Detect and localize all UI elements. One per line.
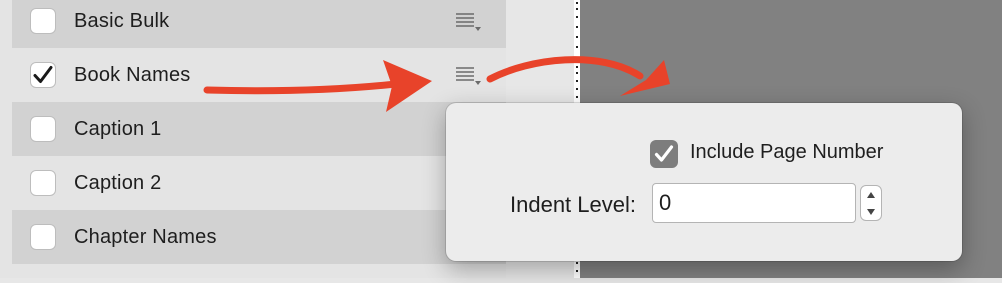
indent-level-field[interactable] bbox=[652, 183, 856, 223]
list-item-label: Book Names bbox=[74, 63, 191, 86]
stepper-down-icon[interactable] bbox=[861, 203, 881, 220]
checkbox-chapter-names[interactable] bbox=[30, 224, 56, 250]
checkmark-icon bbox=[654, 145, 674, 162]
checkbox-caption-2[interactable] bbox=[30, 170, 56, 196]
checkbox-book-names[interactable] bbox=[30, 62, 56, 88]
list-options-icon[interactable] bbox=[454, 48, 484, 102]
indent-level-label: Indent Level: bbox=[510, 192, 636, 217]
list-item-label: Basic Bulk bbox=[74, 9, 170, 32]
include-page-number-checkbox[interactable] bbox=[650, 140, 678, 168]
checkbox-basic-bulk[interactable] bbox=[30, 8, 56, 34]
indent-level-stepper[interactable] bbox=[860, 185, 882, 221]
toc-options-popover: Include Page Number Indent Level: bbox=[446, 103, 962, 261]
include-page-number-label[interactable]: Include Page Number bbox=[690, 141, 883, 164]
stepper-up-icon[interactable] bbox=[861, 186, 881, 203]
list-item-label: Caption 2 bbox=[74, 171, 162, 194]
list-options-icon[interactable] bbox=[454, 0, 484, 48]
checkmark-icon bbox=[33, 66, 53, 83]
list-item-label: Caption 1 bbox=[74, 117, 162, 140]
list-item-caption-2[interactable]: Caption 2 bbox=[12, 156, 506, 210]
checkbox-caption-1[interactable] bbox=[30, 116, 56, 142]
list-item-basic-bulk[interactable]: Basic Bulk bbox=[12, 0, 506, 48]
style-list: Basic Bulk Book Names Caption 1 Caption … bbox=[12, 0, 506, 278]
list-item-caption-1[interactable]: Caption 1 bbox=[12, 102, 506, 156]
list-item-label: Chapter Names bbox=[74, 225, 217, 248]
list-item-next bbox=[12, 264, 506, 278]
list-left-margin bbox=[0, 0, 12, 278]
list-item-chapter-names[interactable]: Chapter Names bbox=[12, 210, 506, 264]
list-item-book-names[interactable]: Book Names bbox=[12, 48, 506, 102]
